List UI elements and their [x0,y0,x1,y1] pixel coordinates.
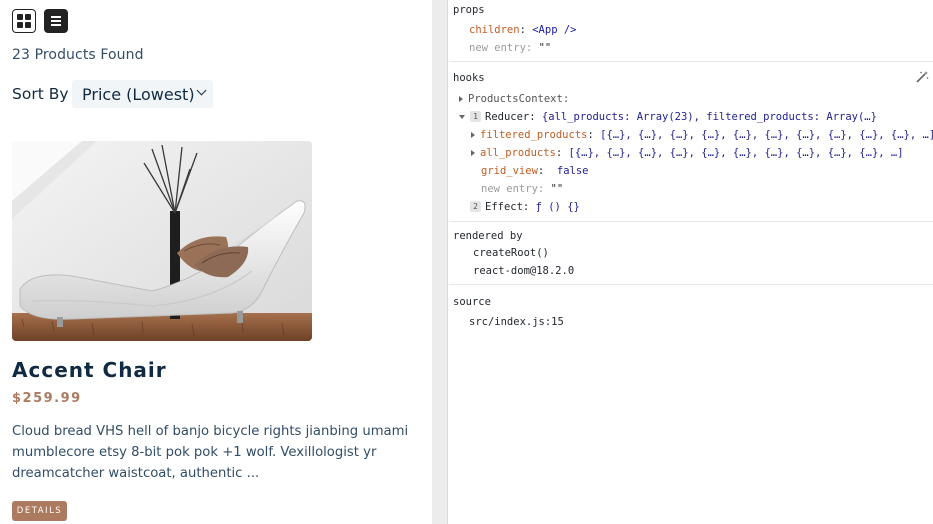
source-title: source [453,296,491,308]
prop-key: children [469,24,520,36]
expand-arrow-icon [471,132,475,138]
grid-icon [17,14,31,28]
prop-row-children[interactable]: children: <App /> [469,24,577,36]
props-section: props children: <App /> new entry: "" [449,0,933,62]
hook-all-products-row[interactable]: all_products: [{…}, {…}, {…}, {…}, {…}, … [471,147,904,159]
products-page: 23 Products Found Sort By Price (Lowest) [0,0,432,524]
rendered-by-item[interactable]: createRoot() [473,247,549,259]
product-description: Cloud bread VHS hell of banjo bicycle ri… [12,424,409,481]
source-section: source src/index.js:15 [449,285,933,345]
chevron-down-icon [196,85,207,96]
rendered-by-item: react-dom@18.2.0 [473,265,575,277]
product-price: $259.99 [12,391,82,406]
hook-reducer-row[interactable]: 1 Reducer: {all_products: Array(23), filt… [459,111,877,123]
hook-new-entry-row[interactable]: new entry: "" [481,183,563,195]
panel-splitter[interactable] [432,0,448,524]
collapse-arrow-icon [459,115,465,119]
expand-arrow-icon [459,96,463,102]
prop-key: new entry [469,42,526,54]
devtools-panel: props children: <App /> new entry: "" ho… [449,0,933,524]
grid-view-button[interactable] [12,9,36,33]
product-image[interactable] [12,141,312,341]
expand-arrow-icon [471,150,475,156]
product-name: Accent Chair [12,358,167,382]
hook-filtered-products-row[interactable]: filtered_products: [{…}, {…}, {…}, {…}, … [471,129,933,141]
source-link[interactable]: src/index.js:15 [469,316,564,328]
magic-wand-icon[interactable] [915,70,929,84]
hook-grid-view-row[interactable]: grid_view: false [481,165,588,177]
sort-selected-value: Price (Lowest) [82,84,195,104]
rendered-by-section: rendered by createRoot() react-dom@18.2.… [449,222,933,285]
list-icon [51,16,61,26]
sort-label: Sort By [12,85,69,103]
hook-effect-row[interactable]: 2 Effect: ƒ () {} [470,201,580,213]
sort-select[interactable]: Price (Lowest) [72,80,213,108]
hook-context-row[interactable]: ProductsContext: [459,93,569,105]
products-found-count: 23 Products Found [12,47,144,63]
prop-value: "" [538,42,552,54]
rendered-by-title: rendered by [453,230,523,242]
hooks-title: hooks [453,72,485,84]
prop-row-new-entry[interactable]: new entry: "" [469,42,551,54]
details-button[interactable]: Details [12,501,67,521]
list-view-button[interactable] [44,9,68,33]
hook-index-badge: 2 [470,201,481,212]
hook-index-badge: 1 [470,111,481,122]
prop-value: <App /> [532,24,577,36]
props-title: props [453,4,485,16]
hooks-section: hooks ProductsContext: 1 Reducer: {all_pr… [449,62,933,222]
